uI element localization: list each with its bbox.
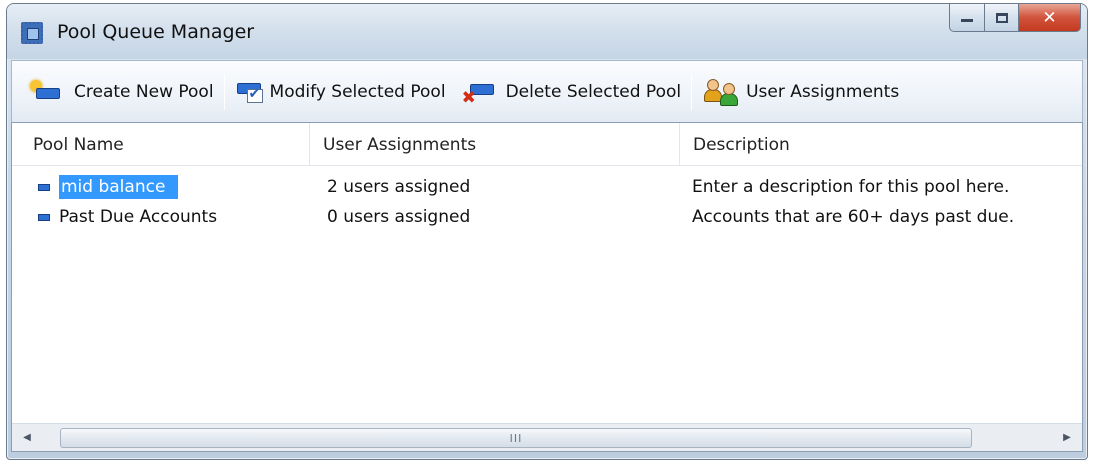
delete-pool-icon: ✖ <box>460 77 496 108</box>
delete-selected-pool-label: Delete Selected Pool <box>505 81 682 102</box>
create-new-pool-label: Create New Pool <box>74 81 214 102</box>
create-new-pool-button[interactable]: Create New Pool <box>30 72 214 112</box>
chevron-right-icon: ▶ <box>1063 432 1071 443</box>
user-assignments-label: User Assignments <box>746 81 900 102</box>
column-header-pool-name[interactable]: Pool Name <box>12 123 310 166</box>
pool-list[interactable]: Pool Name User Assignments Description m… <box>11 122 1083 452</box>
chevron-left-icon: ◀ <box>23 432 31 443</box>
pool-name-cell: Past Due Accounts <box>38 201 217 233</box>
close-icon: ✕ <box>1042 7 1057 28</box>
toolbar: Create New Pool Modify Selected Pool ✖ D… <box>11 60 1083 122</box>
pool-name-text: Past Due Accounts <box>59 207 218 227</box>
maximize-icon <box>995 12 1008 23</box>
pool-name-text: mid balance <box>59 175 179 199</box>
modify-selected-pool-label: Modify Selected Pool <box>269 81 446 102</box>
user-assignments-button[interactable]: User Assignments <box>702 72 899 112</box>
users-icon <box>702 77 744 107</box>
description-cell: Enter a description for this pool here. <box>692 177 1010 197</box>
scroll-left-button[interactable]: ◀ <box>12 424 42 451</box>
table-row[interactable]: Past Due Accounts 0 users assigned Accou… <box>12 201 1082 233</box>
table-row[interactable]: mid balance 2 users assigned Enter a des… <box>12 171 1082 203</box>
scrollbar-grip: III <box>509 431 523 445</box>
title-bar[interactable]: Pool Queue Manager ✕ <box>7 4 1087 59</box>
pool-icon <box>38 213 50 221</box>
maximize-button[interactable] <box>985 4 1019 32</box>
minimize-icon <box>961 19 973 22</box>
delete-selected-pool-button[interactable]: ✖ Delete Selected Pool <box>460 72 682 112</box>
scroll-right-button[interactable]: ▶ <box>1052 424 1082 451</box>
toolbar-separator <box>691 73 693 110</box>
modify-selected-pool-button[interactable]: Modify Selected Pool <box>235 72 446 112</box>
column-header-description[interactable]: Description <box>680 123 1084 166</box>
minimize-button[interactable] <box>949 4 985 32</box>
caption-buttons: ✕ <box>949 4 1081 34</box>
user-assignments-cell: 0 users assigned <box>327 207 471 227</box>
modify-pool-icon <box>235 77 267 107</box>
window-app-icon[interactable] <box>21 22 43 44</box>
user-assignments-cell: 2 users assigned <box>327 177 471 197</box>
list-header: Pool Name User Assignments Description <box>12 123 1082 166</box>
window-title: Pool Queue Manager <box>57 21 255 43</box>
close-button[interactable]: ✕ <box>1019 4 1081 32</box>
description-cell: Accounts that are 60+ days past due. <box>692 207 1015 227</box>
create-pool-icon <box>30 78 62 106</box>
pool-icon <box>38 183 50 191</box>
column-header-user-assignments[interactable]: User Assignments <box>310 123 680 166</box>
pool-name-cell: mid balance <box>38 171 179 203</box>
pool-queue-manager-window: Pool Queue Manager ✕ Create New Pool Mod… <box>6 3 1088 460</box>
horizontal-scrollbar[interactable]: ◀ III ▶ <box>12 423 1082 451</box>
toolbar-separator <box>223 73 225 110</box>
scrollbar-thumb[interactable]: III <box>60 428 972 448</box>
